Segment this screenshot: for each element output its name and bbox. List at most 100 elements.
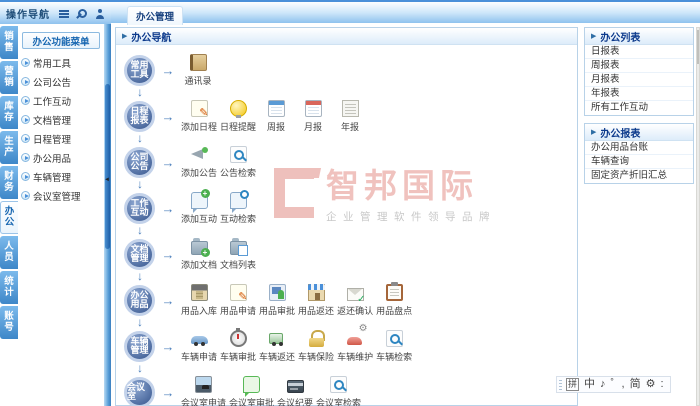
menu-list-icon[interactable] <box>59 10 69 18</box>
flow-item[interactable]: 用品盘点 <box>376 281 412 317</box>
flow-item[interactable]: 通讯录 <box>181 53 215 87</box>
flow-item[interactable]: 用品审批 <box>259 283 295 317</box>
right-scrollbar-thumb[interactable] <box>697 30 699 64</box>
flow-item[interactable]: 会议室检索 <box>316 375 361 406</box>
menu-item-common-tools[interactable]: 常用工具 <box>18 53 104 72</box>
flow-category-circle[interactable]: 日程 报表 <box>124 100 155 132</box>
flow-category-circle[interactable]: 常用 工具 <box>124 54 155 86</box>
side-tab-sales[interactable]: 销售 <box>0 26 18 59</box>
flow-item-label: 添加日程 <box>181 121 218 132</box>
menu-item-document-management[interactable]: 文档管理 <box>18 110 104 129</box>
side-tab-office[interactable]: 办公 <box>0 201 18 234</box>
flow-item[interactable]: 返还确认 <box>337 286 373 317</box>
ime-toolbar[interactable]: 拼中 ♪ ゜, 简 ⚙: <box>556 376 671 393</box>
flow-item[interactable]: 周报 <box>259 99 293 133</box>
sidebar-splitter[interactable] <box>104 24 111 406</box>
menu-item-work-interaction[interactable]: 工作互动 <box>18 91 104 110</box>
flow-category-circle[interactable]: 文档 管理 <box>124 238 155 270</box>
flow-item[interactable]: 车辆保险 <box>298 329 334 363</box>
flow-category-circle[interactable]: 办公 用品 <box>124 284 155 316</box>
menu-item-office-supplies[interactable]: 办公用品 <box>18 148 104 167</box>
ime-glyph[interactable]: ♪ <box>600 377 606 392</box>
flow-item[interactable]: 车辆检索 <box>376 329 412 363</box>
flow-arrow-down-icon <box>137 131 143 145</box>
tab-office-management[interactable]: 办公管理 <box>127 6 184 25</box>
ime-glyph[interactable]: 简 <box>630 377 641 392</box>
right-list-item[interactable]: 车辆查询 <box>585 155 693 169</box>
flow-item[interactable]: 用品返还 <box>298 283 334 317</box>
flow-item[interactable]: 用品申请 <box>220 283 256 317</box>
side-tab-label: 生产 <box>4 136 14 158</box>
office-function-menu-button[interactable]: 办公功能菜单 <box>22 32 100 49</box>
right-list-item[interactable]: 月报表 <box>585 73 693 87</box>
flow-items: 通讯录 <box>181 53 215 87</box>
flow-items: 车辆申请车辆审批车辆返还车辆保险车辆维护车辆检索 <box>181 324 412 363</box>
flow-item[interactable]: 车辆申请 <box>181 330 217 363</box>
flow-item[interactable]: 车辆审批 <box>220 327 256 363</box>
flow-item[interactable]: 添加公告 <box>181 146 217 179</box>
collapse-arrow-icon[interactable] <box>104 177 110 183</box>
flow-item[interactable]: 用品入库 <box>181 283 217 317</box>
sidebar-scrollbar-thumb[interactable] <box>105 84 110 249</box>
flow-row: 工作互动添加互动互动检索 <box>124 185 577 231</box>
flow-item[interactable]: 文档列表 <box>220 237 256 271</box>
right-list-item[interactable]: 周报表 <box>585 59 693 73</box>
ime-glyph[interactable]: 拼 <box>566 378 580 391</box>
user-icon[interactable] <box>95 9 105 19</box>
office-navigation-title: 办公导航 <box>131 32 172 44</box>
search-icon <box>229 145 247 163</box>
flow-item[interactable]: 会议室申请 <box>181 375 226 406</box>
side-tab-finance[interactable]: 财务 <box>0 166 18 199</box>
side-tab-account[interactable]: 账号 <box>0 306 18 339</box>
menu-item-meeting-room-management[interactable]: 会议室管理 <box>18 186 104 205</box>
flow-item-label: 公告检索 <box>220 167 257 178</box>
flow-item-label: 车辆申请 <box>181 351 218 362</box>
ime-glyph[interactable]: ゜, <box>611 377 625 392</box>
flow-item[interactable]: 年报 <box>333 99 367 133</box>
menu-item-vehicle-management[interactable]: 车辆管理 <box>18 167 104 186</box>
office-navigation-panel: 办公导航 智邦国际 企业管理软件领导品牌 常用工具通讯录日程报表添加日程日程提醒… <box>115 27 578 406</box>
right-scrollbar[interactable] <box>696 27 700 406</box>
flow-items: 会议室申请 会议室审批 会议纪要 会议室检索 <box>181 375 361 406</box>
side-tab-marketing[interactable]: 营销 <box>0 61 18 94</box>
flow-item[interactable]: 添加互动 <box>181 188 217 225</box>
chat-green-icon <box>243 375 261 397</box>
menu-item-schedule-management[interactable]: 日程管理 <box>18 129 104 148</box>
ime-glyph[interactable]: 中 <box>584 377 595 392</box>
flow-item[interactable]: 公告检索 <box>220 145 257 179</box>
flow-row: 文档管理添加文档文档列表 <box>124 231 577 277</box>
flow-category-circle[interactable]: 工作 互动 <box>124 192 155 224</box>
flow-item-label: 会议纪要 <box>277 397 314 406</box>
ime-glyph[interactable]: ⚙ <box>646 377 656 392</box>
right-list-item[interactable]: 所有工作互动 <box>585 101 693 115</box>
side-tab-statistics[interactable]: 统计 <box>0 271 18 304</box>
mail-check-icon <box>346 287 366 305</box>
flow-row: 日程报表添加日程日程提醒周报 月报 年报 <box>124 93 577 139</box>
menu-item-company-announcements[interactable]: 公司公告 <box>18 72 104 91</box>
flow-item[interactable]: 添加日程 <box>181 99 218 133</box>
pin-icon[interactable] <box>77 9 87 19</box>
side-tab-production[interactable]: 生产 <box>0 131 18 164</box>
flow-item[interactable]: 车辆维护 <box>337 324 373 363</box>
side-tab-stock[interactable]: 库存 <box>0 96 18 129</box>
ime-glyph[interactable]: : <box>660 377 663 392</box>
right-list-item[interactable]: 固定资产折旧汇总 <box>585 169 693 183</box>
flow-item[interactable]: 添加文档 <box>181 237 217 271</box>
flow-arrow-right-icon <box>155 201 181 216</box>
flow-item[interactable]: 月报 <box>296 99 330 133</box>
right-list-item[interactable]: 办公用品台账 <box>585 141 693 155</box>
flow-category-circle[interactable]: 公司 公告 <box>124 146 155 178</box>
flow-row: 会议室会议室申请会议室审批会议纪要会议室检索 <box>124 369 577 406</box>
flow-item[interactable]: 车辆返还 <box>259 330 295 363</box>
flow-item[interactable]: 会议纪要 <box>277 378 313 406</box>
flow-category-circle[interactable]: 车辆 管理 <box>124 330 155 362</box>
side-tab-personnel[interactable]: 人员 <box>0 236 18 269</box>
right-list-item[interactable]: 年报表 <box>585 87 693 101</box>
flow-item[interactable]: 日程提醒 <box>220 99 256 133</box>
right-list-item[interactable]: 日报表 <box>585 45 693 59</box>
operation-nav-title: 操作导航 <box>6 9 50 21</box>
app-window: 操作导航 销售 营销 库存 生产 财务 办公 人员 统计 账号 办公功能菜单 常用工具 公司公告工… <box>0 0 700 406</box>
flow-item[interactable]: 会议室审批 <box>229 375 274 406</box>
flow-item[interactable]: 互动检索 <box>220 189 256 225</box>
flow-category-circle[interactable]: 会议室 <box>124 376 155 406</box>
